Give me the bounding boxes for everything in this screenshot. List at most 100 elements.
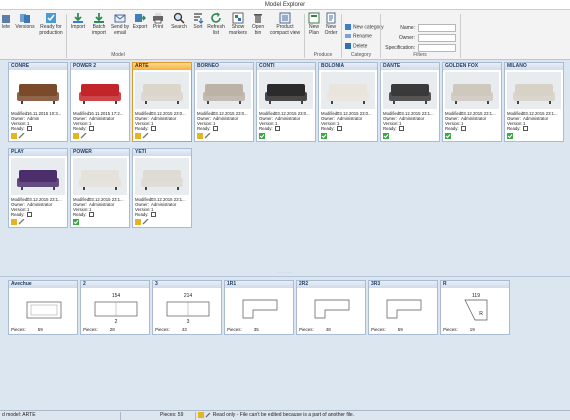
new-category-icon <box>345 24 351 30</box>
check-icon <box>507 133 513 139</box>
part-card-title: R <box>441 281 509 288</box>
refresh-list-button[interactable]: Refresh list <box>207 12 225 36</box>
model-thumbnail <box>321 72 375 109</box>
status-pieces: Pieces: 59 <box>160 412 184 418</box>
model-card-title: POWER <box>71 149 129 156</box>
filter-name-row: Name: <box>380 24 456 32</box>
part-drawing <box>242 299 278 319</box>
status-separator <box>195 412 196 420</box>
open-bin-button[interactable]: Open bin <box>250 12 266 36</box>
import-icon <box>73 13 83 23</box>
model-card-title: GOLDEN FOX <box>443 63 501 70</box>
model-thumbnail <box>73 72 127 109</box>
model-meta: Modified:16.11.2015 10:3... Owner: Admin Ve… <box>11 111 62 132</box>
new-plan-icon <box>308 12 320 24</box>
filter-owner-input[interactable] <box>418 34 456 42</box>
model-meta: Modified:16.11.2015 17:2... Owner: Adminis… <box>73 111 124 132</box>
part-card[interactable]: 3R3 Pieces: 59 <box>368 280 438 335</box>
model-card[interactable]: PLAY Modified:03.12.2015 23:1... Owner: Adm… <box>8 148 68 228</box>
model-status <box>445 133 451 139</box>
model-card[interactable]: YETI Modified:03.12.2015 23:1... Owner: Adm… <box>132 148 192 228</box>
status-message: Read only - File can't be edited because… <box>198 411 354 420</box>
model-status <box>259 133 265 139</box>
part-card[interactable]: 1R1 Pieces: 35 <box>224 280 294 335</box>
part-card-title: 3R3 <box>369 281 437 288</box>
markers-icon <box>232 12 244 24</box>
delete-category-icon <box>345 43 351 49</box>
model-status <box>135 218 149 225</box>
model-card[interactable]: BORNEO Modified:03.12.2015 23:0... Owner: A… <box>194 62 254 142</box>
part-card-title: Avechue <box>9 281 77 288</box>
part-number-label: R <box>479 311 483 317</box>
part-pieces: Pieces: 59 <box>371 327 403 332</box>
model-card-title: CONTI <box>257 63 315 70</box>
pencil-icon <box>205 412 211 418</box>
new-category-button[interactable]: New category <box>345 24 384 30</box>
ready-checkbox[interactable] <box>27 212 32 218</box>
sort-icon <box>194 13 204 24</box>
filter-specification-input[interactable] <box>418 44 456 52</box>
delete-category-button[interactable]: Delete <box>345 43 367 49</box>
filter-name-input[interactable] <box>418 24 456 32</box>
ready-checkbox[interactable] <box>89 212 94 218</box>
group-label-produce: Produce <box>313 52 333 58</box>
ready-for-production-button[interactable]: Ready for production <box>37 12 65 36</box>
ready-checkbox[interactable] <box>461 126 466 132</box>
model-card[interactable]: BOLONIA Modified:03.12.2015 23:0... Owner:… <box>318 62 378 142</box>
ready-checkbox[interactable] <box>89 126 94 132</box>
model-meta: Modified:03.12.2015 23:0... Owner: Adminis… <box>259 111 310 132</box>
ready-checkbox[interactable] <box>523 126 528 132</box>
export-button[interactable]: Export <box>131 12 149 31</box>
email-icon <box>114 14 126 23</box>
batch-import-icon <box>94 13 104 23</box>
rename-category-button[interactable]: Rename <box>345 33 372 39</box>
batch-import-button[interactable]: Batch import <box>89 12 109 36</box>
group-label-filters: Filters <box>413 52 427 58</box>
show-markers-button[interactable]: Show markers <box>227 12 249 36</box>
send-by-email-button[interactable]: Send by email <box>110 12 130 36</box>
part-pieces: Pieces: 19 <box>443 327 475 332</box>
delete-button[interactable]: lete <box>0 12 12 31</box>
model-card[interactable]: MILANO Modified:03.12.2015 23:1... Owner: A… <box>504 62 564 142</box>
ready-checkbox[interactable] <box>337 126 342 132</box>
model-card[interactable]: POWER Modified:03.12.2015 23:1... Owner: Ad… <box>70 148 130 228</box>
part-card[interactable]: 3 214 3 Pieces: 43 <box>152 280 222 335</box>
model-card[interactable]: CONRE Modified:16.11.2015 10:3... Owner: Ad… <box>8 62 68 142</box>
search-button[interactable]: Search <box>170 12 188 31</box>
ribbon-separator <box>460 14 461 58</box>
part-card[interactable]: Avechue Pieces: 59 <box>8 280 78 335</box>
model-status <box>507 133 513 139</box>
part-card[interactable]: 2R2 Pieces: 48 <box>296 280 366 335</box>
model-status <box>383 133 389 139</box>
ready-checkbox[interactable] <box>151 126 156 132</box>
new-order-button[interactable]: New Order <box>323 12 339 36</box>
import-button[interactable]: Import <box>68 12 88 31</box>
ready-checkbox[interactable] <box>151 212 156 218</box>
versions-icon <box>20 14 30 23</box>
ready-checkbox[interactable] <box>27 126 32 132</box>
ready-checkbox[interactable] <box>275 126 280 132</box>
model-meta: Modified:03.12.2015 23:0... Owner: Adminis… <box>135 111 186 132</box>
product-compact-view-button[interactable]: Product compact view <box>268 12 302 36</box>
lock-icon <box>11 218 25 225</box>
model-status <box>135 132 149 139</box>
filter-specification-row: Specification: <box>380 44 456 52</box>
model-card[interactable]: DANTE Modified:03.12.2015 23:1... Owner: Ad… <box>380 62 440 142</box>
print-button[interactable]: Print <box>150 12 166 31</box>
filter-owner-row: Owner: <box>380 34 456 42</box>
model-card[interactable]: POWER 2 Modified:16.11.2015 17:2... Owner:… <box>70 62 130 142</box>
new-plan-button[interactable]: New Plan <box>306 12 322 36</box>
part-dimension-label: 214 <box>184 293 193 299</box>
model-card[interactable]: CONTI Modified:03.12.2015 23:0... Owner: Ad… <box>256 62 316 142</box>
ready-checkbox[interactable] <box>213 126 218 132</box>
ribbon-separator <box>66 14 67 58</box>
model-card[interactable]: GOLDEN FOX Modified:03.12.2015 23:1... Own… <box>442 62 502 142</box>
versions-button[interactable]: Versions <box>14 12 36 31</box>
model-thumbnail <box>383 72 437 109</box>
ready-checkbox[interactable] <box>399 126 404 132</box>
model-card[interactable]: ARTE Modified:03.12.2015 23:0... Owner: Adm… <box>132 62 192 142</box>
part-card[interactable]: R 119 R Pieces: 19 <box>440 280 510 335</box>
part-card[interactable]: 2 154 2 Pieces: 28 <box>80 280 150 335</box>
sort-button[interactable]: Sort <box>190 12 206 31</box>
new-order-icon <box>326 12 336 24</box>
